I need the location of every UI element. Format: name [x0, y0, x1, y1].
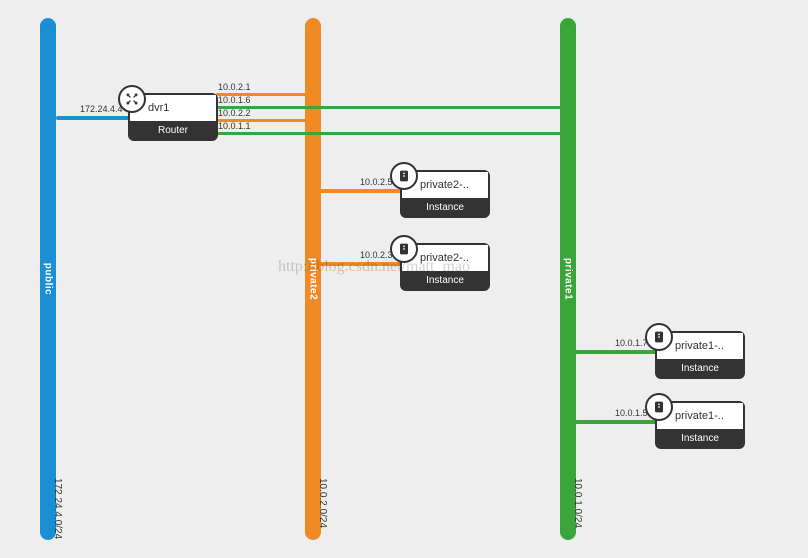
device-type-label: Router — [130, 121, 216, 139]
instance-icon — [390, 162, 418, 190]
cidr-private1: 10.0.1.0/24 — [572, 478, 583, 528]
device-type-label: Instance — [657, 429, 743, 447]
ip-label: 10.0.1.7 — [615, 338, 648, 348]
cidr-public: 172.24.4.0/24 — [52, 478, 63, 539]
instance-device[interactable]: private1-.. Instance — [655, 331, 745, 379]
ip-label: 10.0.2.1 — [218, 82, 251, 92]
ip-label: 10.0.2.5 — [360, 177, 393, 187]
network-bar-public[interactable]: public — [40, 18, 56, 540]
link-router-if1 — [216, 106, 570, 109]
instance-icon — [645, 323, 673, 351]
link-instance-1 — [320, 262, 402, 266]
link-instance-3 — [575, 420, 657, 424]
instance-device[interactable]: private2-.. Instance — [400, 243, 490, 291]
link-instance-2 — [575, 350, 657, 354]
network-label: private2 — [308, 258, 319, 300]
cidr-private2: 10.0.2.0/24 — [317, 478, 328, 528]
ip-label: 10.0.1.5 — [615, 408, 648, 418]
device-type-label: Instance — [402, 198, 488, 216]
network-label: private1 — [563, 258, 574, 300]
instance-icon — [645, 393, 673, 421]
instance-device[interactable]: private2-.. Instance — [400, 170, 490, 218]
ip-label: 10.0.1.6 — [218, 95, 251, 105]
device-type-label: Instance — [402, 271, 488, 289]
router-icon — [118, 85, 146, 113]
device-type-label: Instance — [657, 359, 743, 377]
network-bar-private1[interactable]: private1 — [560, 18, 576, 540]
network-label: public — [43, 263, 54, 295]
ip-label: 172.24.4.4 — [80, 104, 123, 114]
link-instance-0 — [320, 189, 402, 193]
router-device[interactable]: dvr1 Router — [128, 93, 218, 141]
instance-device[interactable]: private1-.. Instance — [655, 401, 745, 449]
network-bar-private2[interactable]: private2 — [305, 18, 321, 540]
instance-icon — [390, 235, 418, 263]
link-router-if3 — [216, 132, 570, 135]
link-router-public — [56, 116, 130, 120]
ip-label: 10.0.2.2 — [218, 108, 251, 118]
ip-label: 10.0.1.1 — [218, 121, 251, 131]
ip-label: 10.0.2.3 — [360, 250, 393, 260]
